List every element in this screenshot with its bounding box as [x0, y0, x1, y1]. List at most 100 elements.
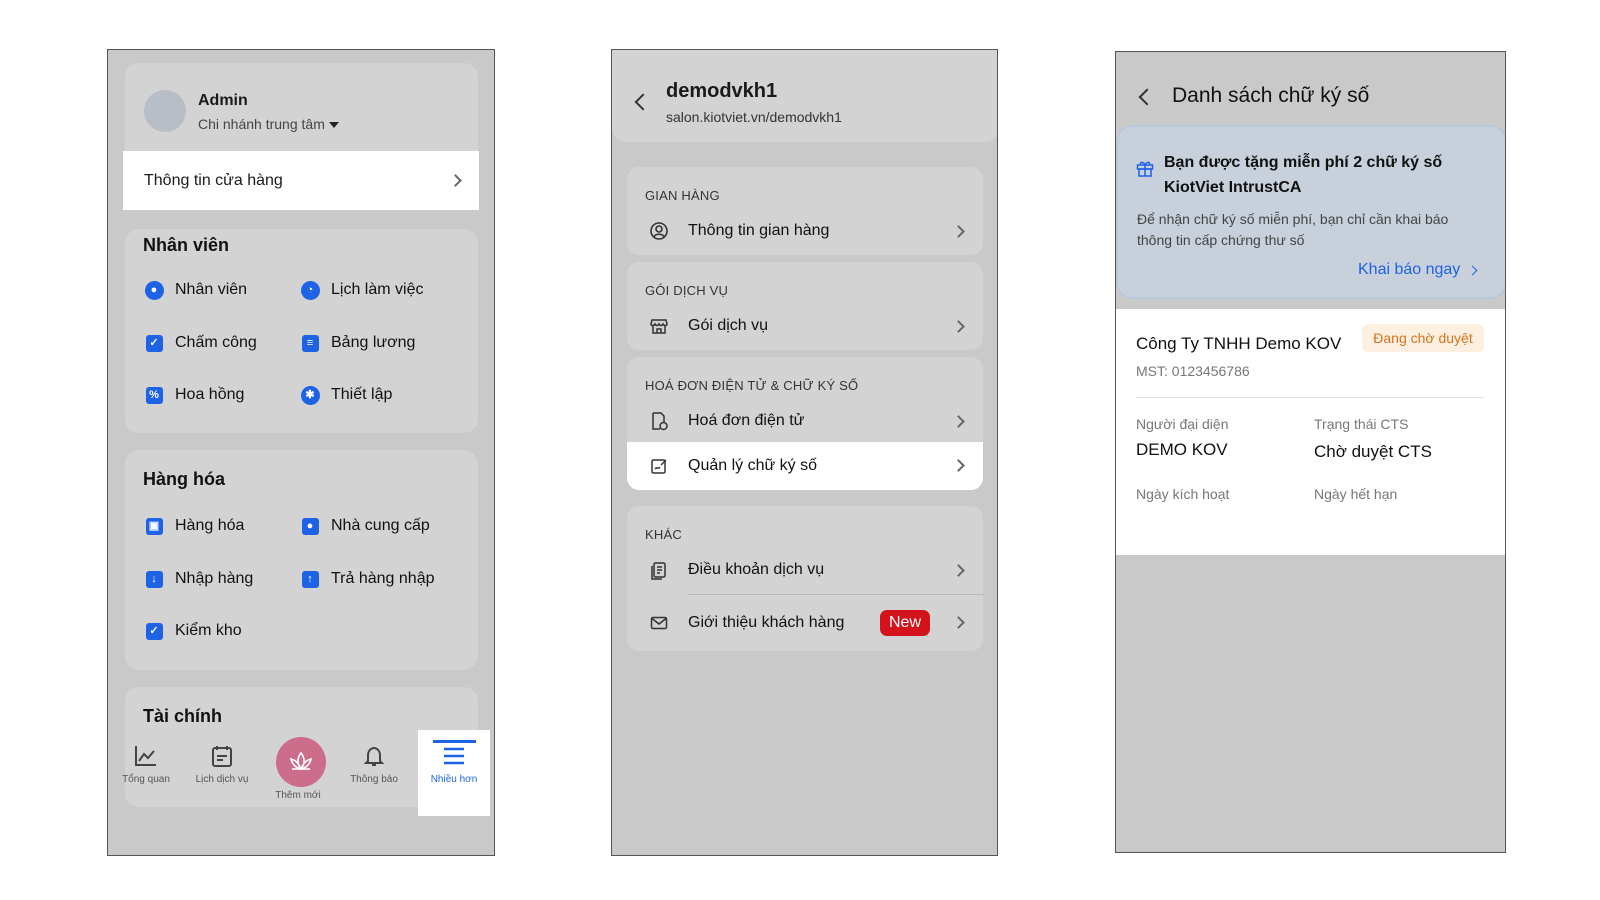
cts-status-label: Trạng thái CTS — [1314, 416, 1409, 432]
document-icon — [649, 560, 669, 580]
box-icon: ▣ — [144, 516, 164, 536]
chevron-right-icon — [1467, 265, 1478, 275]
declare-now-link[interactable]: Khai báo ngay — [1358, 261, 1478, 279]
chevron-right-icon — [449, 174, 462, 187]
nav-service-schedule[interactable]: Lịch dịch vụ — [184, 744, 260, 785]
nav-label: Thông báo — [350, 774, 398, 785]
admin-name: Admin — [198, 92, 248, 109]
nav-add-new-label[interactable]: Thêm mới — [260, 790, 336, 801]
group-service-package: GÓI DỊCH VỤ Gói dịch vụ — [627, 262, 983, 350]
menu-terms[interactable]: Điều khoản dịch vụ — [627, 547, 983, 593]
store-info-row[interactable]: Thông tin cửa hàng — [123, 151, 479, 210]
item-label: Trả hàng nhập — [331, 570, 435, 587]
chevron-right-icon — [952, 225, 965, 238]
group-title: GÓI DỊCH VỤ — [645, 283, 729, 298]
supplier-icon: ● — [300, 516, 320, 536]
item-label: Hàng hóa — [175, 517, 245, 534]
activation-date-label: Ngày kích hoạt — [1136, 486, 1230, 502]
inventory-item[interactable]: ✓ Kiểm kho — [144, 621, 242, 641]
chevron-right-icon — [952, 459, 965, 472]
representative-value: DEMO KOV — [1136, 440, 1228, 459]
caret-down-icon — [328, 122, 339, 129]
menu-label: Điều khoản dịch vụ — [688, 561, 825, 578]
nav-notifications[interactable]: Thông báo — [336, 744, 412, 785]
signature-icon — [649, 456, 669, 476]
chevron-right-icon — [952, 564, 965, 577]
supplier-item[interactable]: ● Nhà cung cấp — [300, 516, 430, 536]
cts-status-value: Chờ duyệt CTS — [1314, 442, 1432, 461]
schedule-item[interactable]: ◔ Lịch làm việc — [300, 280, 423, 300]
representative-label: Người đại diện — [1136, 416, 1229, 432]
user-circle-outline-icon — [649, 221, 669, 241]
add-new-button[interactable] — [276, 737, 326, 787]
menu-label: Gói dịch vụ — [688, 317, 769, 334]
nav-overview[interactable]: Tổng quan — [108, 744, 184, 785]
more-menu-screen: Admin Chi nhánh trung tâm Thông tin cửa … — [107, 49, 495, 856]
group-title: HOÁ ĐƠN ĐIỆN TỬ & CHỮ KÝ SỐ — [645, 378, 859, 393]
return-icon: ↑ — [300, 569, 320, 589]
tax-code: MST: 0123456786 — [1136, 363, 1250, 379]
group-title: KHÁC — [645, 527, 682, 542]
staff-item[interactable]: ● Nhân viên — [144, 280, 247, 300]
calendar-icon — [212, 746, 232, 767]
user-circle-icon: ● — [144, 280, 164, 300]
mail-icon — [649, 613, 669, 633]
item-label: Hoa hồng — [175, 386, 245, 403]
promo-title: Bạn được tặng miễn phí 2 chữ ký số KiotV… — [1164, 154, 1443, 196]
promo-description: Để nhận chữ ký số miễn phí, bạn chỉ cần … — [1137, 211, 1449, 248]
store-name: demodvkh1 — [666, 80, 778, 102]
nav-more[interactable]: Nhiều hơn — [416, 744, 492, 785]
timekeeping-item[interactable]: ✓ Chấm công — [144, 333, 257, 353]
back-icon[interactable] — [634, 93, 652, 111]
chevron-right-icon — [952, 616, 965, 629]
nav-label: Lịch dịch vụ — [195, 774, 249, 785]
menu-service-package[interactable]: Gói dịch vụ — [627, 303, 983, 349]
menu-referral[interactable]: Giới thiệu khách hàng New — [627, 599, 983, 647]
signature-card[interactable]: Công Ty TNHH Demo KOV Đang chờ duyệt MST… — [1116, 309, 1505, 555]
store-menu-screen: demodvkh1 salon.kiotviet.vn/demodvkh1 GI… — [611, 49, 998, 856]
menu-label: Giới thiệu khách hàng — [688, 614, 845, 631]
company-name: Công Ty TNHH Demo KOV — [1136, 334, 1342, 353]
item-label: Thiết lập — [331, 386, 393, 403]
store-url: salon.kiotviet.vn/demodvkh1 — [666, 109, 842, 125]
section-title: Hàng hóa — [143, 469, 226, 489]
group-other: KHÁC Điều khoản dịch vụ Giới thiệu khách… — [627, 506, 983, 651]
lotus-icon — [289, 751, 313, 771]
item-label: Chấm công — [175, 334, 257, 351]
commission-item[interactable]: % Hoa hồng — [144, 385, 244, 405]
list-icon: ≡ — [300, 333, 320, 353]
store-header: demodvkh1 salon.kiotviet.vn/demodvkh1 — [612, 50, 997, 142]
branch-selector[interactable]: Chi nhánh trung tâm — [198, 116, 339, 132]
menu-label: Hoá đơn điện tử — [688, 412, 805, 429]
divider — [1136, 397, 1484, 398]
gift-icon — [1135, 158, 1155, 183]
store-icon — [649, 316, 669, 336]
group-einvoice-signature: HOÁ ĐƠN ĐIỆN TỬ & CHỮ KÝ SỐ Hoá đơn điện… — [627, 357, 983, 490]
page-title: Danh sách chữ ký số — [1172, 84, 1370, 107]
promo-banner: Bạn được tặng miễn phí 2 chữ ký số KiotV… — [1116, 125, 1505, 299]
menu-label: Quản lý chữ ký số — [688, 457, 817, 474]
nav-label: Thêm mới — [275, 790, 321, 801]
import-item[interactable]: ↓ Nhập hàng — [144, 569, 253, 589]
goods-item[interactable]: ▣ Hàng hóa — [144, 516, 244, 536]
return-item[interactable]: ↑ Trả hàng nhập — [300, 569, 434, 589]
settings-item[interactable]: ✱ Thiết lập — [300, 385, 392, 405]
menu-einvoice[interactable]: Hoá đơn điện tử — [627, 398, 983, 444]
item-label: Bảng lương — [331, 334, 416, 351]
menu-store-info[interactable]: Thông tin gian hàng — [627, 208, 983, 254]
avatar[interactable] — [144, 90, 186, 132]
divider — [688, 594, 983, 595]
item-label: Lịch làm việc — [331, 281, 424, 298]
new-badge: New — [880, 610, 930, 636]
chart-icon — [135, 746, 156, 766]
item-label: Nhập hàng — [175, 570, 254, 587]
group-store: GIAN HÀNG Thông tin gian hàng — [627, 167, 983, 255]
goods-section: Hàng hóa ▣ Hàng hóa ● Nhà cung cấp ↓ Nhậ… — [125, 450, 478, 670]
payroll-item[interactable]: ≡ Bảng lương — [300, 333, 415, 353]
invoice-icon — [649, 411, 669, 431]
menu-signature-management[interactable]: Quản lý chữ ký số — [627, 442, 983, 490]
checkbox-icon: ✓ — [144, 621, 164, 641]
back-icon[interactable] — [1138, 88, 1156, 106]
link-label: Khai báo ngay — [1358, 261, 1461, 278]
staff-section: Nhân viên ● Nhân viên ◔ Lịch làm việc ✓ … — [125, 229, 478, 433]
